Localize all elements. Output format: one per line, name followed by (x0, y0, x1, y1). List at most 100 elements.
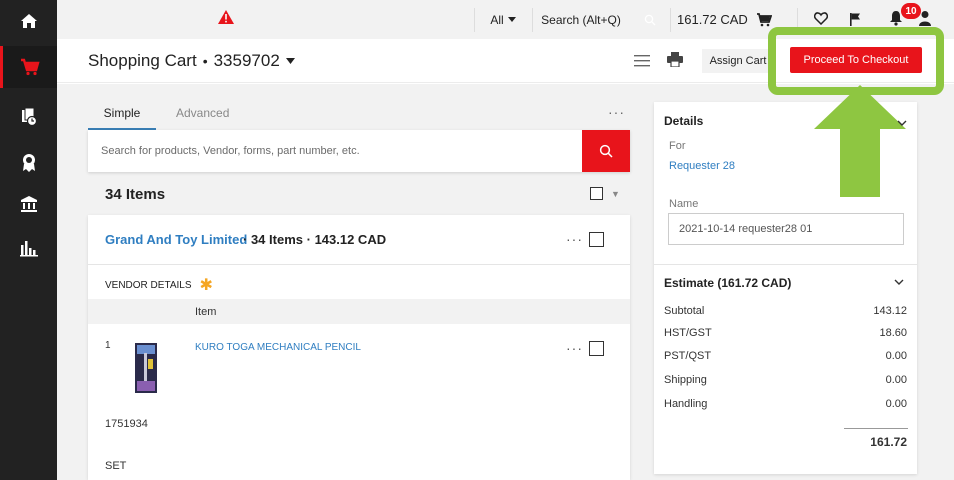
print-icon[interactable] (667, 52, 683, 72)
up-arrow-annotation-icon (814, 85, 906, 197)
estimate-row-handling: Handling 0.00 (664, 398, 907, 410)
line-item-unit-of-measure: SET (105, 460, 127, 472)
warning-icon[interactable] (217, 9, 235, 30)
estimate-value: 143.12 (873, 305, 907, 317)
line-item-name-link[interactable]: KURO TOGA MECHANICAL PENCIL (195, 342, 361, 353)
cart-name-field[interactable] (668, 213, 904, 245)
estimate-label: PST/QST (664, 350, 712, 362)
left-sidebar (0, 0, 57, 480)
search-icon (644, 14, 656, 25)
divider (654, 264, 917, 265)
page-title: Shopping Cart • 3359702 (88, 51, 295, 71)
estimate-row-subtotal: Subtotal 143.12 (664, 305, 907, 317)
analytics-chart-icon (19, 241, 38, 257)
estimate-title: Estimate (161.72 CAD) (664, 276, 792, 290)
estimate-value: 18.60 (879, 327, 907, 339)
cart-icon (21, 58, 40, 76)
sidebar-item-home[interactable] (0, 0, 57, 42)
home-icon (20, 14, 37, 28)
global-search-input[interactable]: Search (Alt+Q) (533, 0, 629, 39)
estimate-value: 0.00 (885, 398, 907, 410)
details-collapse-chevron-icon[interactable] (897, 113, 907, 131)
divider (670, 8, 671, 32)
sidebar-item-analytics[interactable] (0, 227, 57, 269)
flag-icon[interactable] (849, 12, 861, 31)
search-scope-label: All (490, 12, 504, 27)
tab-advanced[interactable]: Advanced (176, 106, 229, 120)
product-search-button[interactable] (582, 130, 630, 172)
page-title-text: Shopping Cart (88, 51, 197, 70)
top-bar: All Search (Alt+Q) 161.72 CAD 10 (57, 0, 954, 39)
vendor-details-toggle[interactable]: VENDOR DETAILS ✱ (105, 275, 213, 295)
estimate-label: Subtotal (664, 305, 705, 317)
asterisk-star-icon: ✱ (199, 277, 213, 294)
search-scope-select[interactable]: All (475, 0, 531, 39)
estimate-total: 161.72 (870, 435, 907, 449)
vendor-more-icon[interactable]: ··· (566, 231, 583, 247)
vendor-items-count: 34 Items (250, 232, 303, 247)
cart-total-widget[interactable]: 161.72 CAD (677, 0, 777, 39)
select-menu-caret-icon[interactable]: ▼ (611, 189, 620, 199)
sidebar-item-cart[interactable] (0, 46, 57, 88)
search-more-options-icon[interactable]: ··· (608, 104, 625, 120)
caret-down-icon[interactable] (285, 58, 295, 64)
cart-icon (756, 12, 772, 26)
estimate-collapse-chevron-icon[interactable] (894, 274, 904, 288)
vendor-actions: ··· (566, 231, 604, 247)
sidebar-item-bank[interactable] (0, 183, 57, 225)
requester-link[interactable]: Requester 28 (669, 160, 735, 172)
estimate-label: Shipping (664, 374, 707, 386)
cart-number-select[interactable]: 3359702 (214, 51, 280, 71)
vendor-select-checkbox[interactable] (589, 231, 604, 247)
cart-items-count: 34 Items (105, 186, 166, 203)
line-item-select-checkbox[interactable] (589, 340, 604, 356)
vendor-card: Grand And Toy Limited · 34 Items · 143.1… (88, 215, 630, 480)
sidebar-item-awards[interactable] (0, 142, 57, 184)
title-separator: • (202, 53, 208, 69)
name-label: Name (669, 198, 699, 210)
vendor-name-link[interactable]: Grand And Toy Limited (105, 232, 247, 247)
vendor-summary: · 34 Items · 143.12 CAD (243, 232, 387, 247)
for-label: For (669, 140, 686, 152)
column-header-item: Item (195, 306, 217, 318)
divider (797, 8, 798, 32)
documents-clock-icon (21, 107, 37, 127)
line-item-part-number: 1751934 (105, 418, 148, 430)
bank-icon (20, 196, 37, 212)
cart-total-amount: 161.72 CAD (677, 12, 748, 27)
user-profile-icon[interactable] (919, 10, 931, 31)
tab-simple[interactable]: Simple (88, 106, 156, 130)
line-item-actions: ··· (566, 340, 604, 356)
line-items-column-header: Item (88, 299, 630, 324)
badge-award-icon (22, 154, 35, 172)
line-item-more-icon[interactable]: ··· (566, 340, 583, 356)
estimate-value: 0.00 (885, 350, 907, 362)
estimate-label: Handling (664, 398, 708, 410)
vendor-details-label: VENDOR DETAILS (105, 279, 192, 291)
product-search-input[interactable] (88, 130, 582, 172)
estimate-label: HST/GST (664, 327, 712, 339)
sidebar-item-documents[interactable] (0, 96, 57, 138)
vendor-header: Grand And Toy Limited · 34 Items · 143.1… (88, 215, 630, 265)
estimate-value: 0.00 (885, 374, 907, 386)
product-thumbnail-image[interactable] (132, 339, 160, 397)
select-all-control: ▼ (590, 187, 620, 200)
estimate-row-pst-qst: PST/QST 0.00 (664, 350, 907, 362)
estimate-row-shipping: Shipping 0.00 (664, 374, 907, 386)
line-number: 1 (105, 340, 111, 351)
proceed-to-checkout-button[interactable]: Proceed To Checkout (790, 47, 922, 73)
select-all-checkbox[interactable] (590, 187, 603, 200)
search-icon (599, 144, 613, 158)
vendor-total: 143.12 CAD (314, 232, 387, 247)
caret-down-icon (507, 17, 516, 22)
estimate-row-hst-gst: HST/GST 18.60 (664, 327, 907, 339)
details-title: Details (664, 114, 704, 128)
notification-count-badge: 10 (901, 3, 921, 19)
global-search-button[interactable] (630, 0, 670, 39)
page-header: Shopping Cart • 3359702 Assign Cart Proc… (57, 39, 954, 83)
total-divider (844, 428, 908, 429)
assign-cart-button[interactable]: Assign Cart (702, 49, 774, 73)
product-search-bar (88, 130, 630, 172)
favorites-heart-icon[interactable] (813, 12, 829, 30)
list-view-icon[interactable] (634, 54, 650, 72)
